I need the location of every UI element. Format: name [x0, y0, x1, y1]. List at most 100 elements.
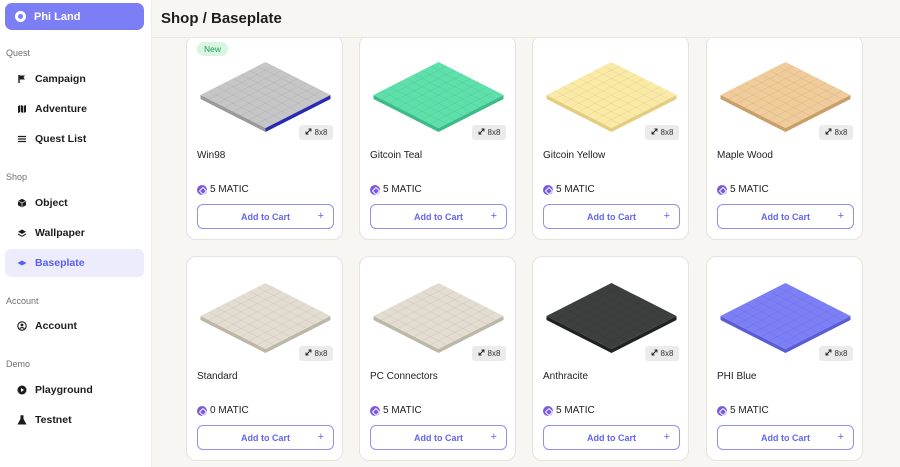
sidebar-item-label: Testnet	[35, 414, 72, 426]
page-title: Shop / Baseplate	[161, 10, 282, 27]
cube-icon	[17, 198, 27, 208]
sidebar-item-wallpaper[interactable]: Wallpaper	[5, 219, 144, 247]
price-label: 5 MATIC	[383, 405, 422, 416]
add-to-cart-button[interactable]: Add to Cart +	[197, 204, 334, 229]
sidebar-item-testnet[interactable]: Testnet	[5, 406, 144, 434]
expand-arrows-icon	[305, 349, 312, 358]
sidebar-item-account[interactable]: Account	[5, 312, 144, 340]
add-to-cart-button[interactable]: Add to Cart +	[717, 425, 854, 450]
matic-coin-icon	[543, 184, 553, 195]
add-to-cart-label: Add to Cart	[414, 211, 463, 222]
expand-arrows-icon	[478, 349, 485, 358]
price-label: 5 MATIC	[730, 405, 769, 416]
sidebar-item-label: Wallpaper	[35, 227, 85, 239]
plus-icon: +	[317, 210, 324, 222]
product-card[interactable]: 8x8 PHI Blue 5 MATIC Add to Cart +	[706, 256, 863, 461]
size-chip: 8x8	[299, 346, 333, 361]
add-to-cart-button[interactable]: Add to Cart +	[543, 204, 680, 229]
section-label-quest: Quest	[6, 48, 31, 58]
size-chip: 8x8	[299, 125, 333, 140]
sidebar-item-label: Quest List	[35, 133, 87, 145]
price-label: 5 MATIC	[210, 184, 249, 195]
add-to-cart-label: Add to Cart	[241, 211, 290, 222]
size-chip: 8x8	[472, 346, 506, 361]
product-card[interactable]: 8x8 Gitcoin Yellow 5 MATIC Add to Cart +	[532, 38, 689, 240]
size-label: 8x8	[487, 128, 501, 137]
plus-icon: +	[663, 210, 670, 222]
product-name: PHI Blue	[717, 371, 757, 382]
price-label: 5 MATIC	[556, 184, 595, 195]
add-to-cart-button[interactable]: Add to Cart +	[717, 204, 854, 229]
brand-button[interactable]: Phi Land	[5, 3, 144, 30]
map-icon	[17, 104, 27, 114]
size-label: 8x8	[314, 349, 328, 358]
list-icon	[17, 134, 27, 144]
product-card[interactable]: 8x8 Anthracite 5 MATIC Add to Cart +	[532, 256, 689, 461]
add-to-cart-label: Add to Cart	[241, 432, 290, 443]
product-name: Standard	[197, 371, 238, 382]
expand-arrows-icon	[825, 349, 832, 358]
flag-icon	[17, 74, 27, 84]
add-to-cart-label: Add to Cart	[414, 432, 463, 443]
sidebar-item-baseplate[interactable]: Baseplate	[5, 249, 144, 277]
expand-arrows-icon	[478, 128, 485, 137]
sidebar-item-label: Campaign	[35, 73, 86, 85]
product-price: 5 MATIC	[197, 184, 249, 195]
matic-coin-icon	[370, 405, 380, 416]
sidebar-item-playground[interactable]: Playground	[5, 376, 144, 404]
product-price: 5 MATIC	[370, 184, 422, 195]
sidebar-item-label: Baseplate	[35, 257, 85, 269]
size-label: 8x8	[660, 349, 674, 358]
add-to-cart-label: Add to Cart	[587, 432, 636, 443]
matic-coin-icon	[543, 405, 553, 416]
section-label-account: Account	[6, 296, 39, 306]
new-badge: New	[197, 42, 229, 56]
size-label: 8x8	[660, 128, 674, 137]
product-price: 0 MATIC	[197, 405, 249, 416]
product-card[interactable]: New 8x8 Win98 5 MATIC Add to Cart +	[186, 38, 343, 240]
product-card[interactable]: 8x8 Standard 0 MATIC Add to Cart +	[186, 256, 343, 461]
plus-icon: +	[837, 431, 844, 443]
sidebar-item-adventure[interactable]: Adventure	[5, 95, 144, 123]
size-label: 8x8	[834, 349, 848, 358]
sidebar: Phi Land Quest Campaign Adventure Quest …	[0, 0, 152, 467]
product-price: 5 MATIC	[543, 184, 595, 195]
sidebar-item-label: Object	[35, 197, 68, 209]
user-circle-icon	[17, 321, 27, 331]
sidebar-item-label: Playground	[35, 384, 93, 396]
product-card[interactable]: 8x8 Gitcoin Teal 5 MATIC Add to Cart +	[359, 38, 516, 240]
sidebar-item-campaign[interactable]: Campaign	[5, 65, 144, 93]
size-chip: 8x8	[819, 346, 853, 361]
add-to-cart-label: Add to Cart	[587, 211, 636, 222]
sidebar-item-quest-list[interactable]: Quest List	[5, 125, 144, 153]
baseplate-icon	[17, 258, 27, 268]
price-label: 5 MATIC	[383, 184, 422, 195]
sidebar-item-object[interactable]: Object	[5, 189, 144, 217]
product-name: Gitcoin Teal	[370, 150, 423, 161]
add-to-cart-button[interactable]: Add to Cart +	[370, 425, 507, 450]
flask-icon	[17, 415, 27, 425]
product-price: 5 MATIC	[543, 405, 595, 416]
product-card[interactable]: 8x8 Maple Wood 5 MATIC Add to Cart +	[706, 38, 863, 240]
product-name: Anthracite	[543, 371, 589, 382]
product-name: Gitcoin Yellow	[543, 150, 606, 161]
add-to-cart-label: Add to Cart	[761, 432, 810, 443]
price-label: 5 MATIC	[730, 184, 769, 195]
section-label-shop: Shop	[6, 172, 28, 182]
product-price: 5 MATIC	[717, 184, 769, 195]
matic-coin-icon	[197, 405, 207, 416]
price-label: 0 MATIC	[210, 405, 249, 416]
add-to-cart-button[interactable]: Add to Cart +	[370, 204, 507, 229]
sidebar-item-label: Account	[35, 320, 77, 332]
expand-arrows-icon	[651, 349, 658, 358]
product-card[interactable]: 8x8 PC Connectors 5 MATIC Add to Cart +	[359, 256, 516, 461]
size-chip: 8x8	[645, 346, 679, 361]
add-to-cart-button[interactable]: Add to Cart +	[197, 425, 334, 450]
matic-coin-icon	[717, 405, 727, 416]
expand-arrows-icon	[651, 128, 658, 137]
add-to-cart-button[interactable]: Add to Cart +	[543, 425, 680, 450]
size-label: 8x8	[834, 128, 848, 137]
matic-coin-icon	[370, 184, 380, 195]
size-chip: 8x8	[472, 125, 506, 140]
size-label: 8x8	[487, 349, 501, 358]
